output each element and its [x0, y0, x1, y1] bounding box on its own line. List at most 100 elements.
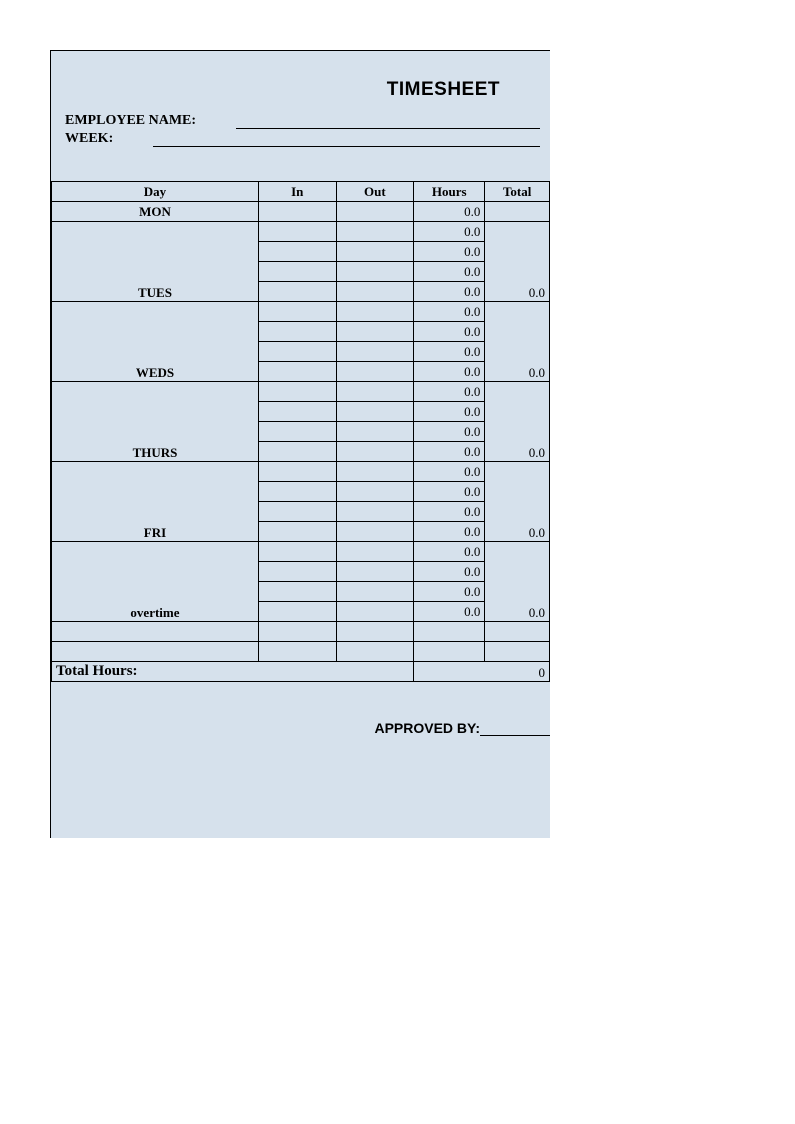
hours-cell: 0.0 [414, 422, 485, 442]
in-cell [258, 462, 336, 482]
hours-cell: 0.0 [414, 242, 485, 262]
day-cell: overtime [52, 542, 259, 622]
hours-cell: 0.0 [414, 262, 485, 282]
hours-cell: 0.0 [414, 322, 485, 342]
table-row: THURS0.00.0 [52, 382, 550, 402]
week-line [153, 131, 540, 147]
in-cell [258, 342, 336, 362]
col-total: Total [485, 182, 550, 202]
in-cell [258, 282, 336, 302]
in-cell [258, 222, 336, 242]
in-cell [258, 322, 336, 342]
hours-cell: 0.0 [414, 462, 485, 482]
blank-row [52, 642, 550, 662]
out-cell [336, 582, 414, 602]
total-cell: 0.0 [485, 542, 550, 622]
in-cell [258, 422, 336, 442]
day-cell: FRI [52, 462, 259, 542]
hours-cell: 0.0 [414, 482, 485, 502]
document-title: TIMESHEET [65, 79, 540, 101]
out-cell [336, 562, 414, 582]
out-cell [336, 242, 414, 262]
hours-cell: 0.0 [414, 202, 485, 222]
in-cell [258, 542, 336, 562]
approved-by-label: APPROVED BY: [374, 720, 480, 736]
hours-cell: 0.0 [414, 562, 485, 582]
day-cell: TUES [52, 222, 259, 302]
hours-cell: 0.0 [414, 302, 485, 322]
blank-row [52, 622, 550, 642]
in-cell [258, 302, 336, 322]
total-hours-value: 0 [414, 662, 550, 682]
employee-name-line [236, 113, 540, 129]
in-cell [258, 262, 336, 282]
total-cell: 0.0 [485, 222, 550, 302]
table-row: overtime0.00.0 [52, 542, 550, 562]
in-cell [258, 442, 336, 462]
footer-block: APPROVED BY: [51, 682, 550, 838]
in-cell [258, 202, 336, 222]
total-cell: 0.0 [485, 462, 550, 542]
hours-cell: 0.0 [414, 342, 485, 362]
total-cell: 0.0 [485, 382, 550, 462]
in-cell [258, 242, 336, 262]
totals-row: Total Hours:0 [52, 662, 550, 682]
timesheet-table: Day In Out Hours Total MON0.0TUES0.00.00… [51, 181, 550, 682]
day-cell: WEDS [52, 302, 259, 382]
blank-cell [485, 642, 550, 662]
blank-cell [485, 622, 550, 642]
hours-cell: 0.0 [414, 222, 485, 242]
out-cell [336, 462, 414, 482]
total-cell [485, 202, 550, 222]
hours-cell: 0.0 [414, 442, 485, 462]
in-cell [258, 522, 336, 542]
blank-cell [414, 642, 485, 662]
in-cell [258, 582, 336, 602]
total-cell: 0.0 [485, 302, 550, 382]
out-cell [336, 522, 414, 542]
col-in: In [258, 182, 336, 202]
out-cell [336, 442, 414, 462]
out-cell [336, 422, 414, 442]
blank-cell [414, 622, 485, 642]
hours-cell: 0.0 [414, 522, 485, 542]
hours-cell: 0.0 [414, 402, 485, 422]
approved-by: APPROVED BY: [374, 720, 550, 736]
out-cell [336, 382, 414, 402]
table-row: TUES0.00.0 [52, 222, 550, 242]
table-row: WEDS0.00.0 [52, 302, 550, 322]
out-cell [336, 502, 414, 522]
in-cell [258, 562, 336, 582]
in-cell [258, 502, 336, 522]
day-cell: THURS [52, 382, 259, 462]
in-cell [258, 402, 336, 422]
total-hours-label: Total Hours: [52, 662, 414, 682]
blank-cell [336, 642, 414, 662]
week-row: WEEK: [65, 131, 540, 147]
timesheet-document: TIMESHEET EMPLOYEE NAME: WEEK: Day In Ou… [50, 50, 550, 838]
approved-by-line [480, 722, 550, 736]
blank-cell [52, 642, 259, 662]
col-hours: Hours [414, 182, 485, 202]
col-day: Day [52, 182, 259, 202]
in-cell [258, 362, 336, 382]
blank-cell [52, 622, 259, 642]
blank-cell [258, 622, 336, 642]
out-cell [336, 342, 414, 362]
employee-name-label: EMPLOYEE NAME: [65, 113, 196, 129]
hours-cell: 0.0 [414, 382, 485, 402]
out-cell [336, 262, 414, 282]
blank-cell [336, 622, 414, 642]
out-cell [336, 482, 414, 502]
week-label: WEEK: [65, 131, 113, 147]
in-cell [258, 382, 336, 402]
col-out: Out [336, 182, 414, 202]
in-cell [258, 602, 336, 622]
out-cell [336, 362, 414, 382]
in-cell [258, 482, 336, 502]
day-cell: MON [52, 202, 259, 222]
hours-cell: 0.0 [414, 542, 485, 562]
hours-cell: 0.0 [414, 282, 485, 302]
out-cell [336, 322, 414, 342]
table-row: FRI0.00.0 [52, 462, 550, 482]
